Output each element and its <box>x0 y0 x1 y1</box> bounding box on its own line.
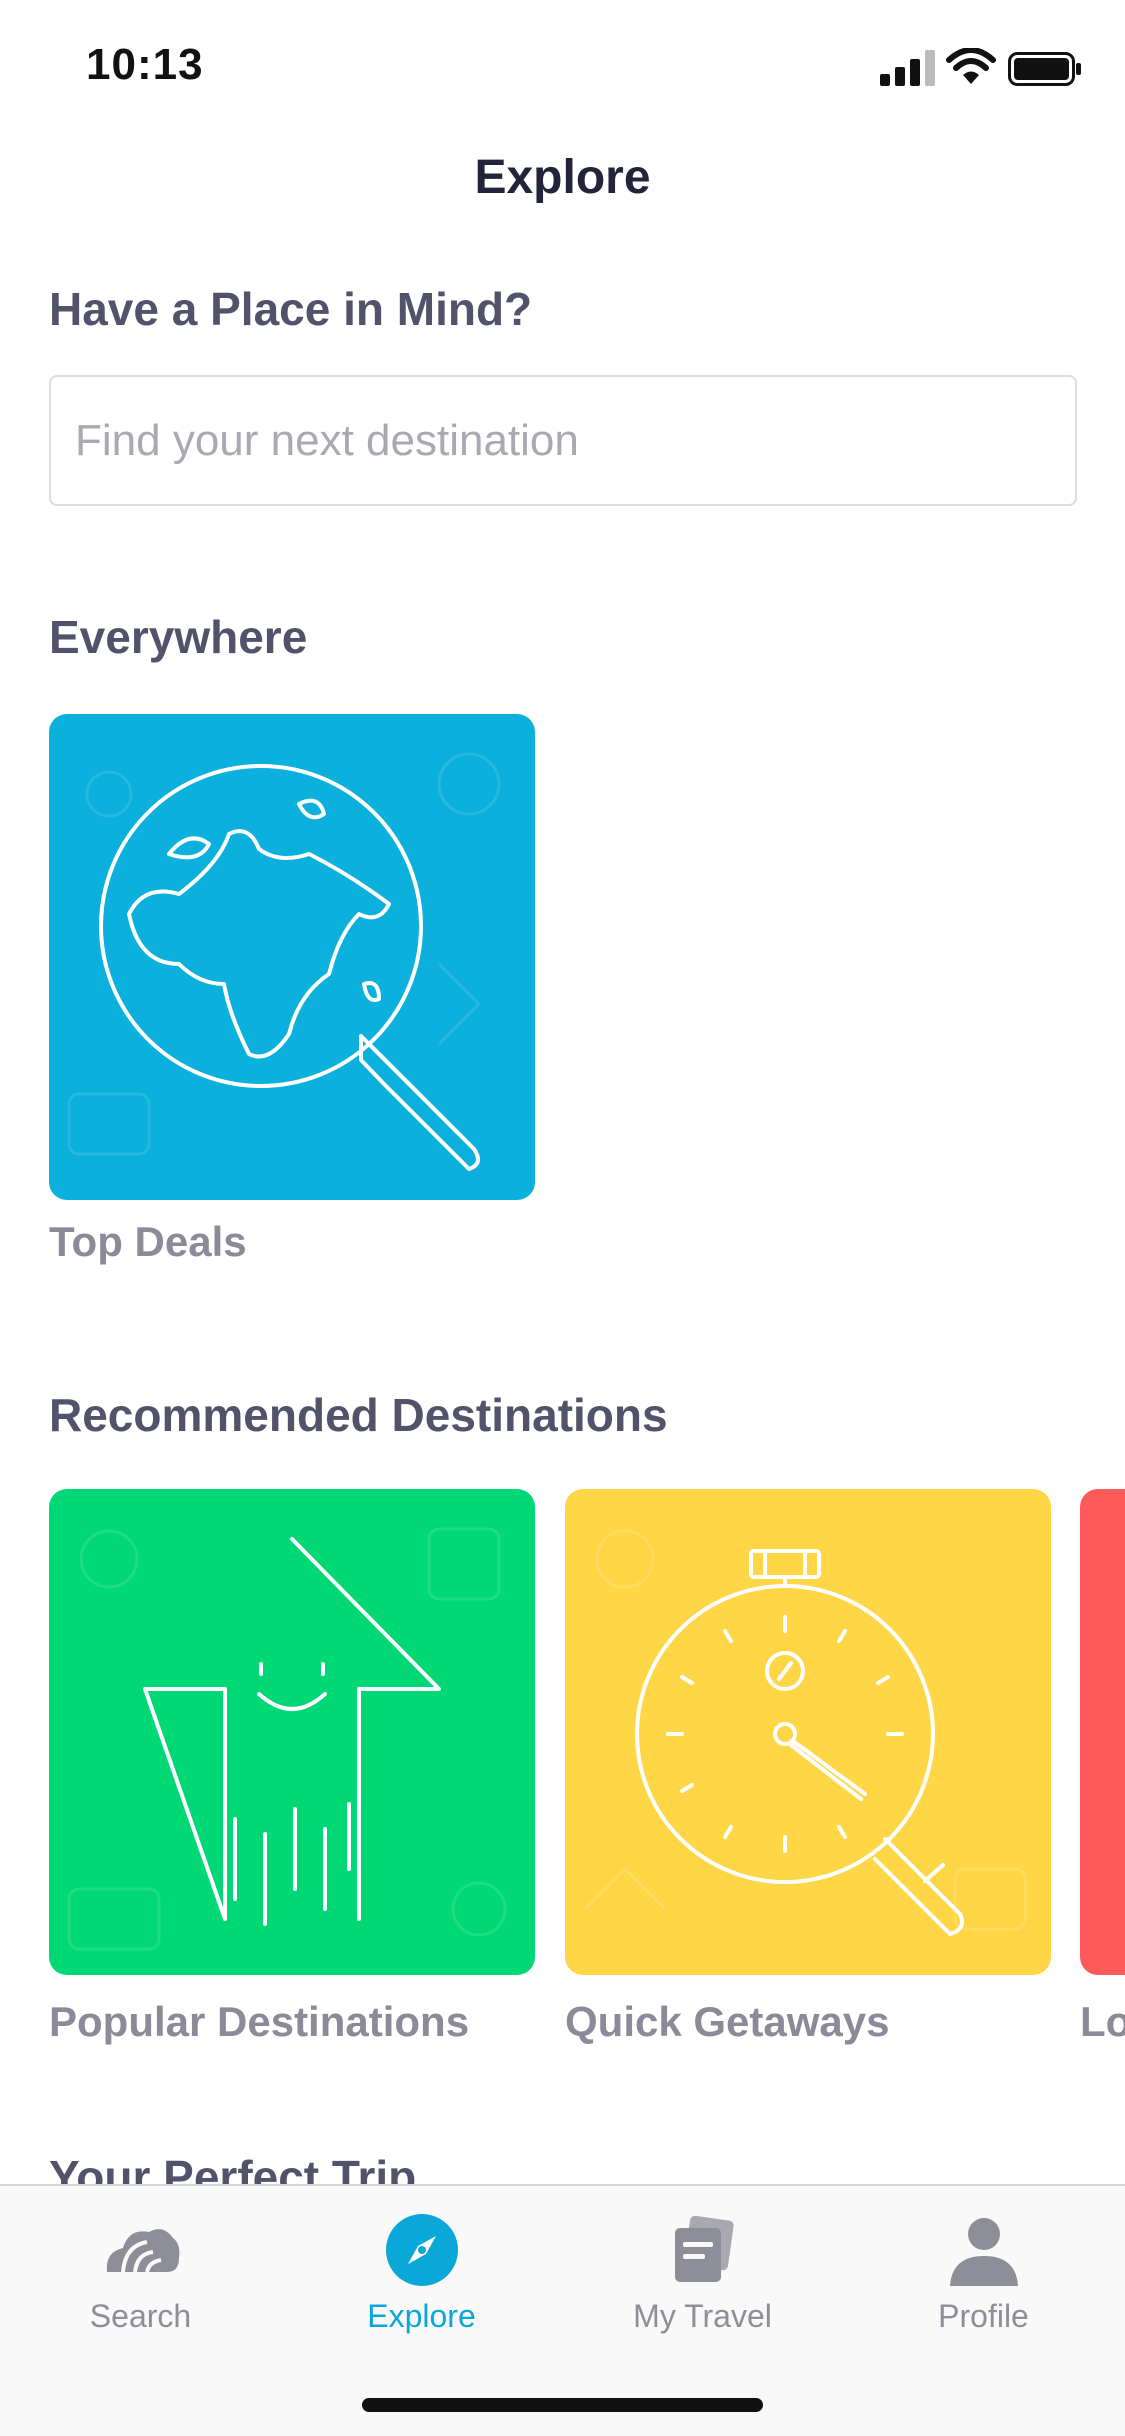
wifi-icon <box>946 48 996 84</box>
search-heading: Have a Place in Mind? <box>49 283 533 335</box>
page-title: Explore <box>474 151 651 204</box>
quick-getaways-label: Quick Getaways <box>565 1998 890 2045</box>
tab-search[interactable]: Search <box>0 2186 281 2346</box>
status-bar: 10:13 <box>0 0 1125 140</box>
tab-my-travel[interactable]: My Travel <box>562 2186 843 2346</box>
search-field[interactable] <box>49 375 1077 506</box>
third-destination-tile[interactable] <box>1080 1489 1125 1975</box>
tab-profile[interactable]: Profile <box>843 2186 1124 2346</box>
tab-my-travel-label: My Travel <box>633 2298 772 2334</box>
top-deals-label: Top Deals <box>49 1218 247 1265</box>
home-indicator <box>362 2398 763 2412</box>
stopwatch-icon <box>583 1529 1027 1936</box>
tab-explore-label: Explore <box>367 2298 476 2334</box>
arrow-up-icon <box>67 1527 507 1951</box>
search-input[interactable] <box>75 415 1075 466</box>
popular-destinations-tile[interactable] <box>49 1489 535 1975</box>
globe-search-icon <box>67 752 501 1171</box>
battery-icon <box>1008 52 1081 86</box>
recommended-heading: Recommended Destinations <box>49 1389 668 1441</box>
tab-explore[interactable]: Explore <box>281 2186 562 2346</box>
compass-icon <box>385 2214 458 2286</box>
cloud-logo-icon <box>106 2229 179 2273</box>
popular-destinations-label: Popular Destinations <box>49 1998 470 2045</box>
person-icon <box>949 2218 1018 2286</box>
third-destination-label: Lo <box>1080 1998 1125 2045</box>
tab-profile-label: Profile <box>938 2298 1029 2334</box>
quick-getaways-tile[interactable] <box>565 1489 1051 1975</box>
tab-search-label: Search <box>89 2298 192 2334</box>
cellular-signal-icon <box>880 50 935 86</box>
status-time: 10:13 <box>86 40 204 89</box>
everywhere-heading: Everywhere <box>49 611 308 663</box>
documents-icon <box>674 2215 734 2282</box>
top-deals-tile[interactable] <box>49 714 535 1200</box>
